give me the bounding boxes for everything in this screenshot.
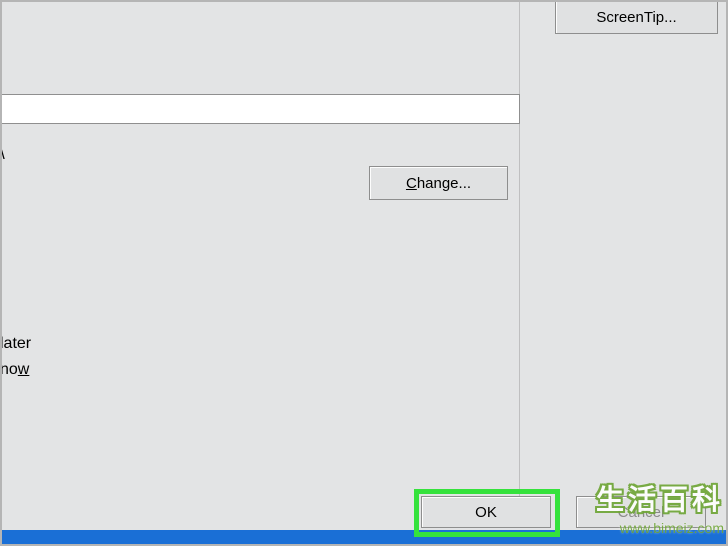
- ok-button[interactable]: OK: [421, 496, 551, 528]
- cancel-button[interactable]: Cancel: [576, 496, 706, 528]
- dialog-left-panel: [0, 0, 520, 528]
- option-later-text: later: [0, 335, 31, 353]
- dialog-surface: ScreenTip... \ Change... later now OK Ca…: [0, 0, 728, 546]
- change-button-label: Change...: [406, 176, 471, 191]
- dialog-right-panel: [520, 0, 726, 528]
- screentip-button[interactable]: ScreenTip...: [555, 0, 718, 34]
- path-input[interactable]: [0, 94, 520, 124]
- cancel-button-label: Cancel: [618, 505, 665, 520]
- ok-button-label: OK: [475, 505, 497, 520]
- screentip-button-label: ScreenTip...: [596, 10, 676, 25]
- change-button[interactable]: Change...: [369, 166, 508, 200]
- option-now-text: now: [0, 361, 29, 379]
- window-status-bar: [2, 530, 726, 544]
- path-prefix-text: \: [0, 144, 5, 164]
